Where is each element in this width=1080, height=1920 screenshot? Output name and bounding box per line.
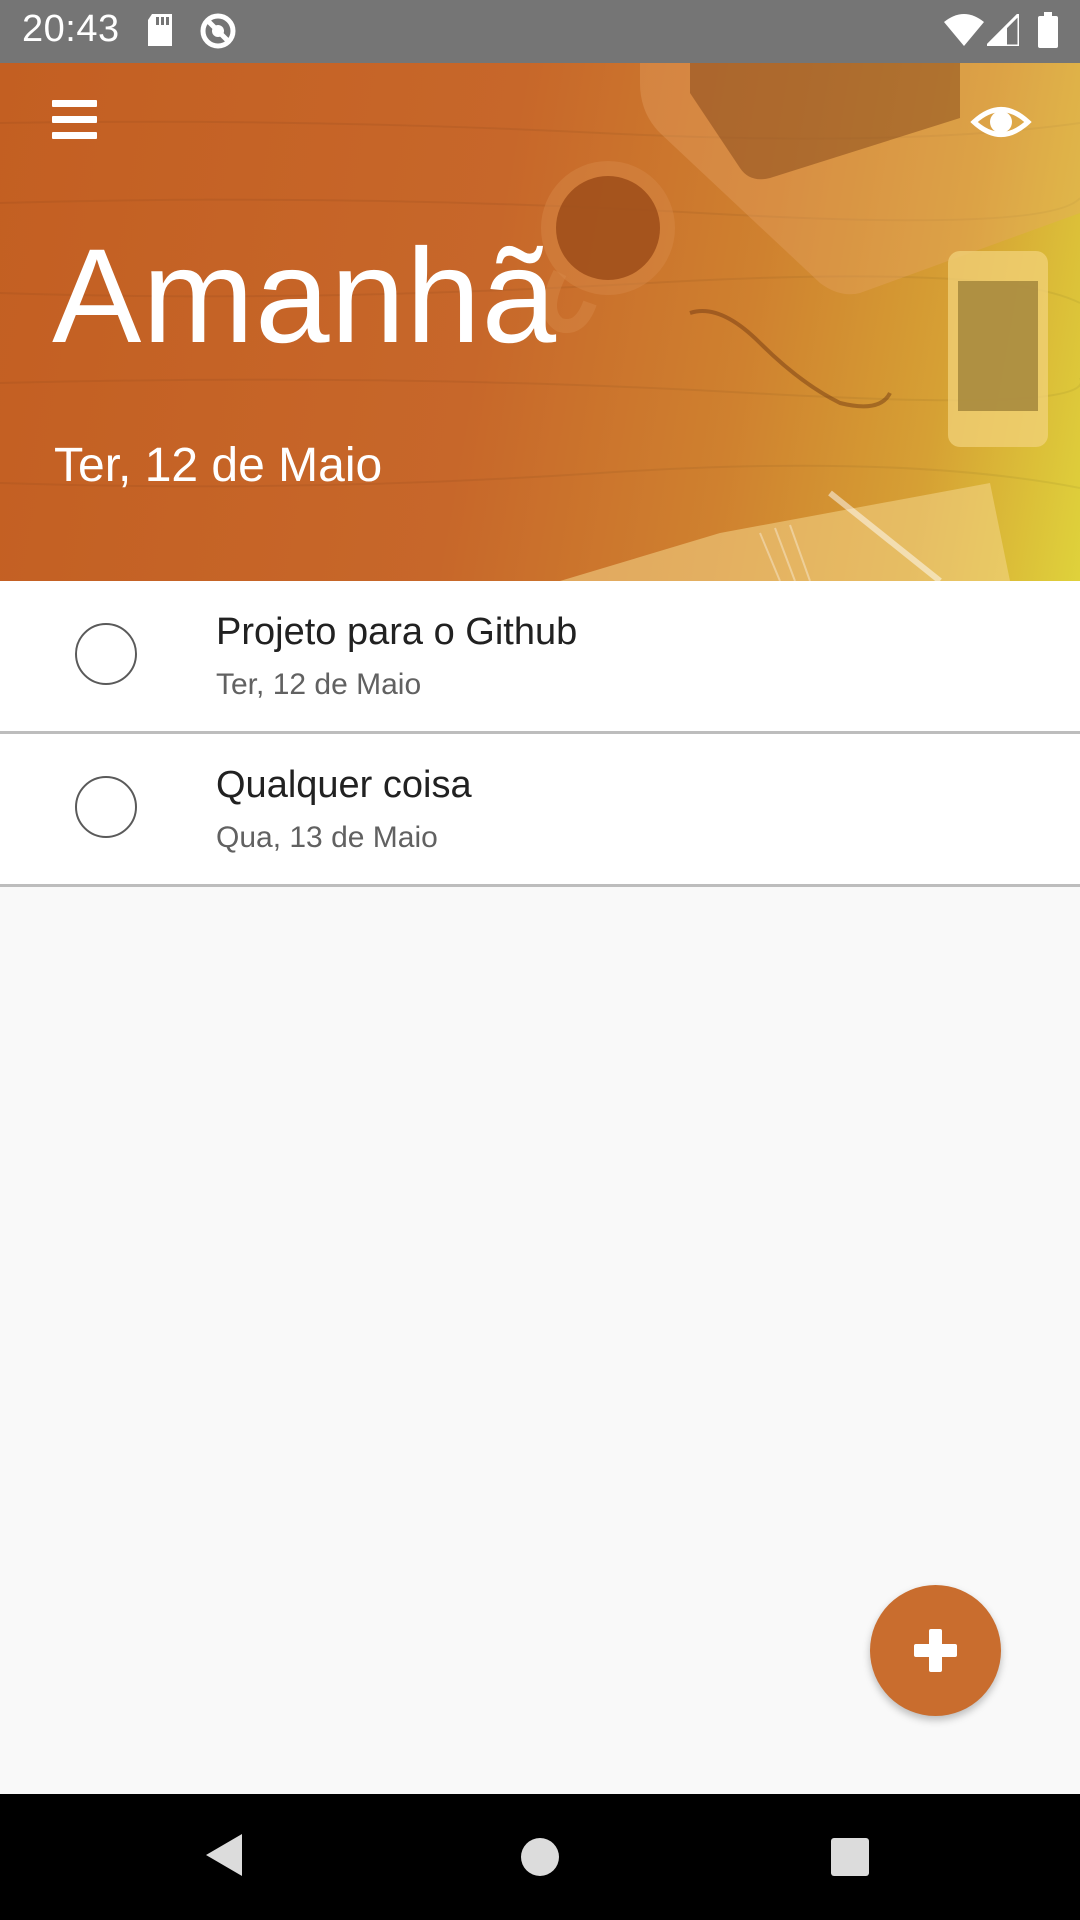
task-date: Ter, 12 de Maio bbox=[216, 668, 422, 701]
task-title: Projeto para o Github bbox=[216, 611, 578, 653]
sync-disabled-icon bbox=[198, 11, 238, 56]
navigation-bar bbox=[0, 1794, 1080, 1920]
page-title: Amanhã bbox=[52, 222, 558, 371]
task-item[interactable]: Qualquer coisa Qua, 13 de Maio bbox=[0, 734, 1080, 887]
home-button[interactable] bbox=[520, 1837, 560, 1882]
task-title: Qualquer coisa bbox=[216, 764, 472, 806]
status-time: 20:43 bbox=[22, 8, 120, 50]
back-button[interactable] bbox=[200, 1830, 248, 1885]
task-complete-checkbox[interactable] bbox=[75, 776, 137, 838]
menu-button[interactable] bbox=[50, 98, 100, 148]
recents-icon bbox=[831, 1838, 869, 1876]
menu-icon bbox=[52, 100, 97, 107]
page-subtitle-date: Ter, 12 de Maio bbox=[54, 439, 383, 492]
eye-icon bbox=[970, 107, 1032, 137]
back-icon bbox=[206, 1834, 242, 1876]
task-item[interactable]: Projeto para o Github Ter, 12 de Maio bbox=[0, 581, 1080, 734]
header-banner: Amanhã Ter, 12 de Maio bbox=[0, 63, 1080, 581]
add-task-button[interactable] bbox=[870, 1585, 1001, 1716]
plus-icon bbox=[914, 1629, 957, 1672]
visibility-toggle-button[interactable] bbox=[970, 91, 1032, 153]
home-icon bbox=[521, 1838, 559, 1876]
task-list: Projeto para o Github Ter, 12 de Maio Qu… bbox=[0, 581, 1080, 887]
recents-button[interactable] bbox=[830, 1837, 870, 1882]
status-bar: 20:43 bbox=[0, 0, 1080, 63]
task-complete-checkbox[interactable] bbox=[75, 623, 137, 685]
battery-icon bbox=[1038, 12, 1058, 53]
sd-card-icon bbox=[146, 12, 176, 53]
task-date: Qua, 13 de Maio bbox=[216, 821, 438, 854]
signal-icon bbox=[983, 10, 1021, 51]
wifi-icon bbox=[944, 14, 984, 51]
